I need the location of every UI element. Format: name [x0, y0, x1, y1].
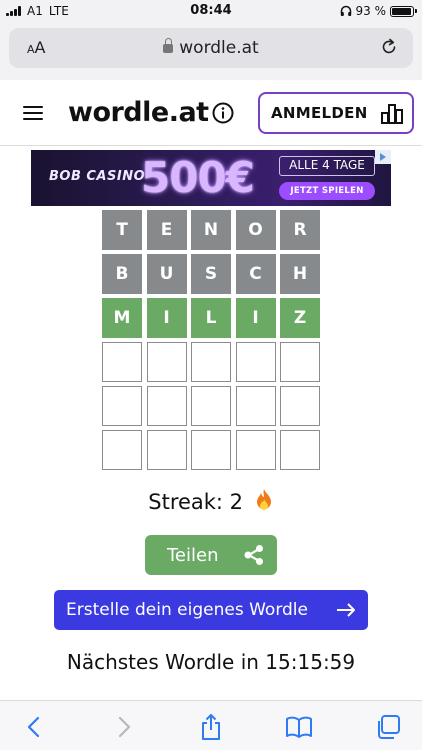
board-tile: N	[191, 210, 231, 250]
battery-icon	[390, 5, 417, 17]
board-tile: I	[146, 298, 187, 338]
flame-icon	[256, 489, 271, 510]
bookmarks-button[interactable]	[285, 713, 313, 741]
board-tile: L	[191, 298, 231, 338]
forward-icon	[118, 716, 131, 738]
share-label: Teilen	[167, 544, 219, 566]
board-tile: B	[102, 254, 142, 294]
share-icon	[244, 545, 263, 565]
board-tile	[235, 430, 276, 470]
tabs-button[interactable]	[374, 713, 402, 741]
board-tile: Z	[280, 298, 320, 338]
board-tile: T	[102, 210, 142, 250]
board-tile	[102, 430, 142, 470]
ad-banner[interactable]: BOB CASINO 500€ ALLE 4 TAGE JETZT SPIELE…	[31, 150, 391, 206]
tabs-icon	[378, 715, 400, 739]
battery-percent: 93 %	[355, 4, 387, 18]
create-wordle-button[interactable]: Erstelle dein eigenes Wordle	[54, 590, 368, 630]
status-right: 93 %	[340, 4, 417, 18]
reload-icon[interactable]	[379, 37, 399, 57]
board-tile: S	[191, 254, 231, 294]
board-tile	[235, 342, 276, 382]
login-button[interactable]: ANMELDEN	[258, 92, 414, 134]
board-tile: I	[235, 298, 276, 338]
address-bar[interactable]: AA wordle.at	[9, 28, 413, 68]
hamburger-icon[interactable]	[23, 106, 43, 120]
battery-fill	[392, 7, 411, 15]
ad-days: ALLE 4 TAGE	[279, 156, 375, 176]
board-tile	[191, 386, 231, 426]
board-tile	[191, 430, 231, 470]
board-tile	[280, 386, 320, 426]
board-tile: E	[146, 210, 187, 250]
board-tile	[102, 342, 142, 382]
share-button[interactable]: Teilen	[145, 535, 277, 575]
game-board: TENORBUSCHMILIZ	[102, 210, 320, 470]
board-tile	[146, 430, 187, 470]
create-label: Erstelle dein eigenes Wordle	[66, 600, 308, 620]
info-icon[interactable]	[212, 102, 234, 124]
ad-cta-button[interactable]: JETZT SPIELEN	[279, 182, 375, 200]
leaderboard-icon	[380, 104, 403, 124]
share-sheet-button[interactable]	[197, 713, 225, 741]
back-icon	[27, 716, 40, 738]
lock-icon	[163, 38, 174, 53]
back-button[interactable]	[20, 713, 48, 741]
streak: Streak: 2	[0, 488, 422, 514]
share-sheet-icon	[202, 714, 220, 740]
board-tile	[146, 342, 187, 382]
board-tile	[191, 342, 231, 382]
browser-url-area: AA wordle.at	[0, 22, 422, 80]
board-tile: M	[102, 298, 142, 338]
board-tile	[146, 386, 187, 426]
site-logo[interactable]: wordle.at	[68, 97, 209, 128]
board-tile: H	[280, 254, 320, 294]
url-text: wordle.at	[179, 38, 259, 58]
ad-brand: BOB CASINO	[49, 169, 146, 184]
login-label: ANMELDEN	[271, 104, 368, 122]
browser-toolbar	[0, 700, 422, 750]
streak-label: Streak: 2	[148, 490, 244, 514]
site-header: wordle.at ANMELDEN	[0, 80, 422, 146]
ad-amount: 500€	[141, 153, 255, 202]
next-wordle-countdown: Nächstes Wordle in 15:15:59	[66, 650, 356, 674]
board-tile	[235, 386, 276, 426]
bookmarks-icon	[286, 716, 312, 738]
board-tile: O	[235, 210, 276, 250]
board-tile	[280, 342, 320, 382]
headphones-icon	[340, 5, 351, 16]
board-tile	[102, 386, 142, 426]
board-tile: C	[235, 254, 276, 294]
url-display[interactable]: wordle.at	[9, 38, 413, 58]
forward-button[interactable]	[110, 713, 138, 741]
board-tile: R	[280, 210, 320, 250]
board-tile: U	[146, 254, 187, 294]
status-bar: A1 LTE 08:44 93 %	[0, 0, 422, 22]
arrow-right-icon	[337, 603, 355, 617]
board-tile	[280, 430, 320, 470]
ad-choices-icon[interactable]	[375, 150, 391, 164]
